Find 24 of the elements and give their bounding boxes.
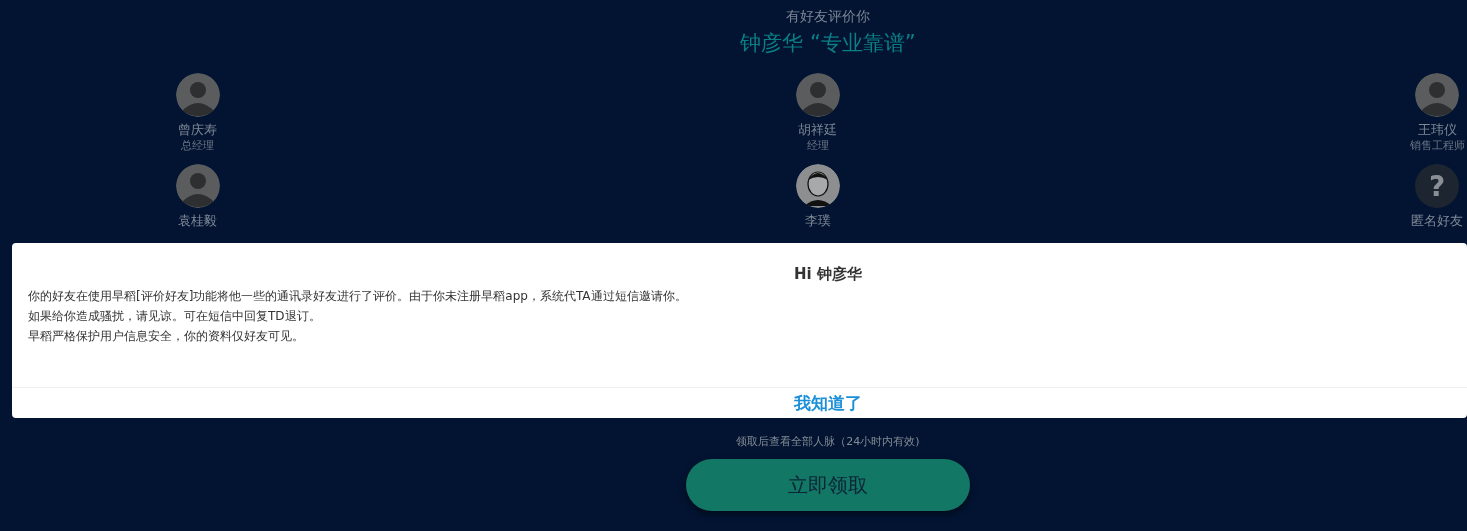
avatar-icon [1415, 73, 1460, 117]
avatar-icon [175, 164, 220, 208]
friend-name: 袁桂毅 [178, 212, 218, 229]
avatar-icon [795, 73, 840, 117]
confirm-button[interactable]: 我知道了 [788, 389, 868, 417]
friend-name: 李璞 [804, 212, 831, 229]
anonymous-avatar: ? [1415, 164, 1460, 208]
dialog-title: Hi 钟彦华 [793, 264, 863, 284]
friend-name: 曾庆寿 [178, 121, 218, 138]
dialog-text: 如果给你造成骚扰，请见谅。可在短信中回复TD退订。 [28, 308, 321, 325]
avatar-icon [795, 164, 840, 208]
dialog-text: 你的好友在使用早稻[评价好友]功能将他一些的通讯录好友进行了评价。由于你未注册早稻app，系统代TA通过短信邀请你。 [28, 288, 687, 305]
claim-button[interactable]: 立即领取 [686, 459, 970, 511]
friend-title: 销售工程师 [1409, 138, 1465, 153]
subtitle: 有好友评价你 [786, 7, 870, 25]
dialog-text: 早稻严格保护用户信息安全，你的资料仅好友可见。 [28, 328, 304, 345]
friend-name: 王玮仪 [1417, 121, 1457, 138]
claim-note: 领取后查看全部人脉（24小时内有效) [736, 434, 920, 450]
friend-title: 总经理 [181, 138, 215, 153]
friend-title: 经理 [806, 138, 829, 153]
friend-name: 胡祥廷 [798, 121, 837, 138]
avatar-icon [175, 73, 220, 117]
headline: 钟彦华 “专业靠谱” [740, 30, 916, 57]
friend-name: 匿名好友 [1411, 212, 1464, 229]
